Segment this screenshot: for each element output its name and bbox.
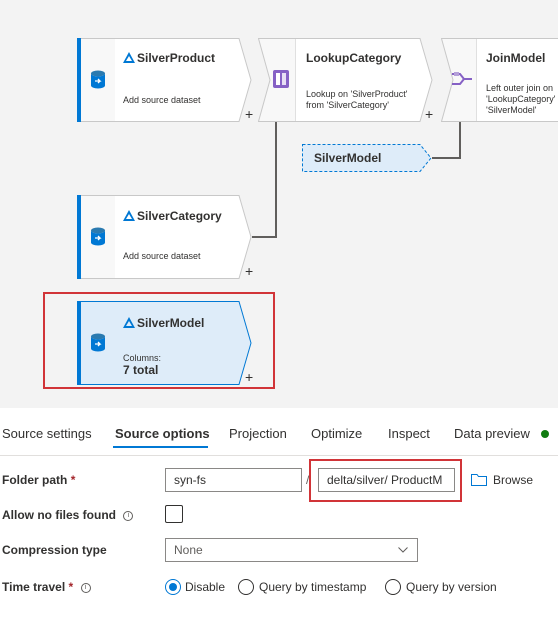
database-icon: [91, 70, 105, 89]
join-icon: [452, 72, 472, 85]
node-icon-area: [81, 38, 115, 122]
add-transform-button[interactable]: +: [425, 107, 433, 121]
time-travel-disable-label[interactable]: Disable: [185, 580, 225, 594]
node-description-line-3: 'SilverModel': [486, 105, 537, 115]
time-travel-timestamp-radio[interactable]: [238, 579, 254, 595]
node-title: SilverProduct: [137, 51, 216, 65]
time-travel-label: Time travel * i: [2, 580, 91, 594]
chevron-down-icon: [398, 547, 408, 553]
active-tab-indicator: [113, 446, 208, 448]
tab-inspect[interactable]: Inspect: [388, 426, 430, 441]
node-silver-product[interactable]: SilverProduct Add source dataset +: [77, 38, 253, 122]
node-description-line-1: Left outer join on: [486, 83, 554, 93]
tab-source-options[interactable]: Source options: [115, 426, 210, 441]
allow-no-files-label: Allow no files found i: [2, 508, 134, 522]
tab-projection[interactable]: Projection: [229, 426, 287, 441]
time-travel-disable-radio[interactable]: [165, 579, 181, 595]
container-input[interactable]: syn-fs: [165, 468, 302, 492]
source-dataset-icon: [123, 52, 135, 63]
node-subtitle: Add source dataset: [123, 251, 201, 261]
add-transform-button[interactable]: +: [245, 264, 253, 278]
add-transform-button[interactable]: +: [245, 107, 253, 121]
compression-type-value: None: [174, 543, 203, 557]
folder-icon[interactable]: [471, 473, 487, 486]
highlight-box: [309, 459, 462, 502]
node-description-line-1: Lookup on 'SilverProduct': [306, 89, 408, 99]
time-travel-version-radio[interactable]: [385, 579, 401, 595]
highlight-box: [43, 292, 275, 389]
folder-path-label: Folder path *: [2, 473, 76, 487]
node-title: SilverCategory: [137, 209, 222, 223]
stream-reference-pill[interactable]: SilverModel: [302, 144, 432, 172]
node-silver-category[interactable]: SilverCategory Add source dataset +: [77, 195, 253, 279]
required-marker: *: [70, 473, 76, 487]
dataflow-canvas: SilverProduct Add source dataset + Looku…: [0, 0, 558, 408]
node-lookup-category[interactable]: LookupCategory Lookup on 'SilverProduct'…: [258, 38, 436, 122]
time-travel-timestamp-label[interactable]: Query by timestamp: [259, 580, 366, 594]
settings-tab-bar: Source settings Source options Projectio…: [0, 408, 558, 456]
database-icon: [91, 227, 105, 246]
info-icon[interactable]: i: [123, 510, 134, 521]
node-join-model[interactable]: JoinModel Left outer join on 'LookupCate…: [441, 38, 558, 122]
info-icon[interactable]: i: [80, 582, 91, 593]
pill-label: SilverModel: [314, 151, 382, 165]
tab-optimize[interactable]: Optimize: [311, 426, 362, 441]
status-dot-icon: [541, 430, 549, 438]
node-description-line-2: 'LookupCategory' and: [486, 94, 558, 104]
node-body: [115, 195, 252, 279]
source-dataset-icon: [123, 210, 135, 221]
required-marker: *: [68, 580, 74, 594]
compression-type-select[interactable]: None: [165, 538, 418, 562]
tab-source-settings[interactable]: Source settings: [2, 426, 92, 441]
tab-data-preview[interactable]: Data preview: [454, 426, 530, 441]
node-description-line-2: from 'SilverCategory': [306, 100, 389, 110]
node-title: LookupCategory: [306, 51, 402, 65]
node-subtitle: Add source dataset: [123, 95, 201, 105]
compression-type-label: Compression type: [2, 543, 107, 557]
node-icon-area: [81, 195, 115, 279]
node-title: JoinModel: [486, 51, 546, 65]
time-travel-version-label[interactable]: Query by version: [406, 580, 497, 594]
allow-no-files-checkbox[interactable]: [165, 505, 183, 523]
browse-button[interactable]: Browse: [493, 473, 533, 487]
lookup-icon: [273, 70, 289, 88]
